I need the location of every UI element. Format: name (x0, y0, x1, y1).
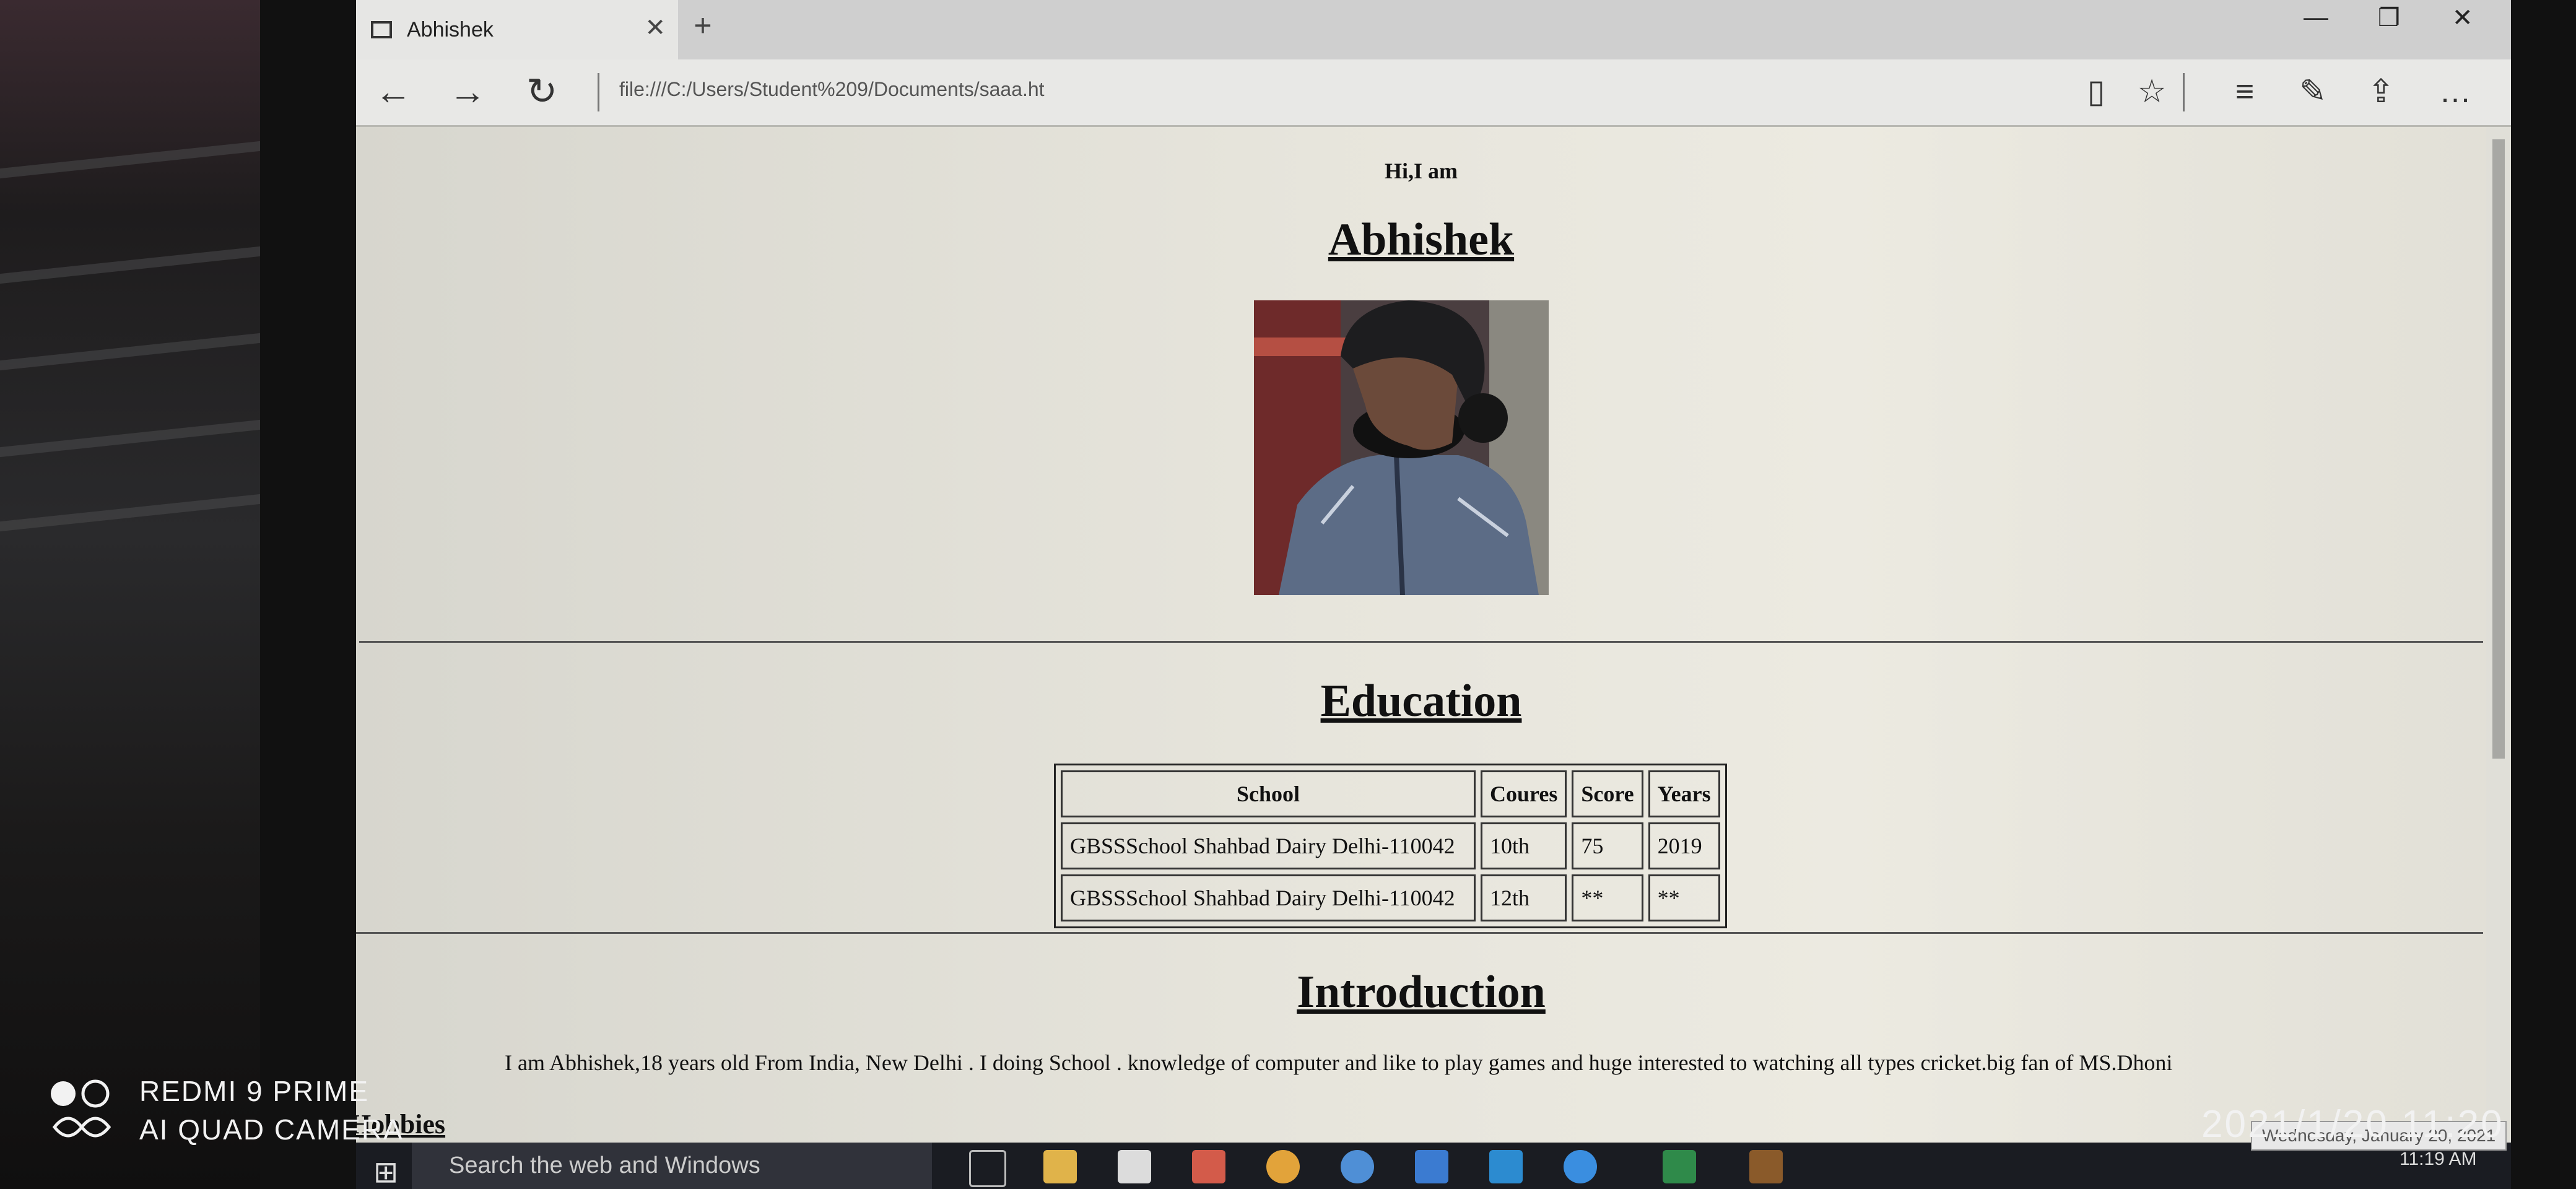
divider (356, 932, 2483, 934)
browser-tab[interactable]: Abhishek ✕ (356, 0, 678, 59)
back-arrow-icon[interactable]: ← (368, 68, 418, 115)
header-course: Coures (1481, 770, 1567, 817)
taskbar-search[interactable]: Search the web and Windows (412, 1143, 932, 1189)
task-view-icon[interactable] (969, 1150, 1006, 1187)
chrome-icon[interactable] (1266, 1150, 1300, 1183)
close-window-icon[interactable]: ✕ (2452, 4, 2473, 32)
introduction-text: I am Abhishek,18 years old From India, N… (505, 1050, 2173, 1075)
table-row: GBSSSchool Shahbad Dairy Delhi-110042 12… (1061, 874, 1720, 921)
file-explorer-icon[interactable] (1043, 1150, 1077, 1183)
vertical-scrollbar[interactable] (2486, 127, 2511, 1143)
greeting: Hi,I am (1384, 159, 1458, 183)
camera-model: REDMI 9 PRIME (139, 1075, 370, 1107)
address-separator (598, 73, 599, 111)
app-icon[interactable] (1749, 1150, 1783, 1183)
address-bar[interactable]: file:///C:/Users/Student%209/Documents/s… (619, 78, 1045, 101)
minimize-icon[interactable]: — (2304, 4, 2328, 32)
camera-logo (50, 1079, 118, 1150)
windows-start-icon[interactable]: ⊞ (373, 1155, 398, 1189)
app-icon[interactable] (1192, 1150, 1225, 1183)
web-note-icon[interactable]: ✎ (2288, 68, 2338, 115)
camera-description: AI QUAD CAMERA (139, 1113, 404, 1146)
store-icon[interactable] (1118, 1150, 1151, 1183)
cell-course: 12th (1481, 874, 1567, 921)
star-icon[interactable]: ☆ (2127, 68, 2177, 115)
cell-score: ** (1572, 874, 1643, 921)
share-icon[interactable]: ⇪ (2356, 68, 2406, 115)
refresh-icon[interactable]: ↻ (517, 68, 567, 115)
toolbar-separator (2183, 73, 2185, 111)
tab-title: Abhishek (407, 17, 494, 41)
cell-course: 10th (1481, 822, 1567, 869)
taskbar-clock[interactable]: 11:19 AM (2400, 1149, 2477, 1170)
cell-school: GBSSSchool Shahbad Dairy Delhi-110042 (1061, 874, 1476, 921)
new-tab-icon[interactable]: + (678, 7, 728, 51)
reading-view-icon[interactable]: ▯ (2071, 68, 2121, 115)
page-icon (371, 21, 392, 38)
restore-icon[interactable]: ❐ (2378, 4, 2400, 32)
screen: Abhishek ✕ + — ❐ ✕ ← → ↻ file:///C:/User… (356, 0, 2511, 1189)
cell-school: GBSSSchool Shahbad Dairy Delhi-110042 (1061, 822, 1476, 869)
introduction-heading: Introduction (1297, 967, 1546, 1017)
education-heading: Education (1320, 676, 1522, 726)
table-row: GBSSSchool Shahbad Dairy Delhi-110042 10… (1061, 822, 1720, 869)
cell-score: 75 (1572, 822, 1643, 869)
more-icon[interactable]: … (2430, 68, 2480, 115)
cell-years: ** (1648, 874, 1720, 921)
header-score: Score (1572, 770, 1643, 817)
profile-photo (1254, 300, 1549, 595)
word-icon[interactable] (1415, 1150, 1448, 1183)
app-icon[interactable] (1341, 1150, 1374, 1183)
navigation-bar: ← → ↻ file:///C:/Users/Student%209/Docum… (356, 59, 2511, 127)
forward-arrow-icon[interactable]: → (443, 68, 492, 115)
web-page: Hi,I am Abhishek Education School Coures… (356, 127, 2486, 1143)
table-header-row: School Coures Score Years (1061, 770, 1720, 817)
divider (359, 641, 2483, 643)
education-table: School Coures Score Years GBSSSchool Sha… (1054, 764, 1727, 928)
header-years: Years (1648, 770, 1720, 817)
photo-timestamp: 2021/1/20 11:20 (2201, 1103, 2504, 1146)
excel-icon[interactable] (1663, 1150, 1696, 1183)
scroll-thumb[interactable] (2492, 139, 2505, 759)
close-tab-icon[interactable]: ✕ (645, 14, 666, 42)
taskbar: ⊞ Search the web and Windows 11:19 AM (356, 1143, 2511, 1189)
app-icon[interactable] (1489, 1150, 1523, 1183)
tab-bar: Abhishek ✕ + — ❐ ✕ (356, 0, 2511, 59)
hub-icon[interactable]: ≡ (2220, 68, 2269, 115)
page-title: Abhishek (1328, 214, 1515, 265)
header-school: School (1061, 770, 1476, 817)
edge-icon[interactable] (1564, 1150, 1597, 1183)
cell-years: 2019 (1648, 822, 1720, 869)
